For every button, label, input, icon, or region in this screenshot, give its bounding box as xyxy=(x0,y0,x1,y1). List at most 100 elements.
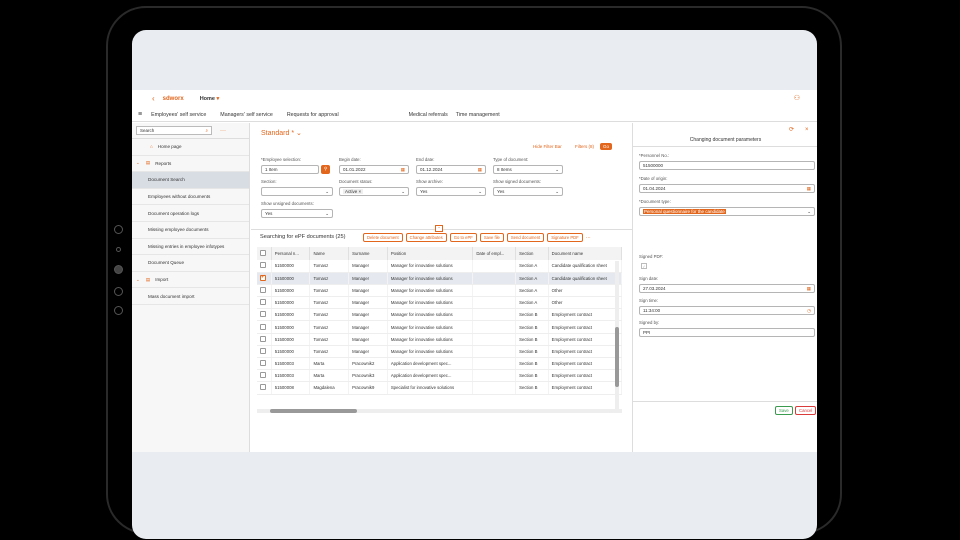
collapse-header-icon[interactable]: ⌃ xyxy=(435,225,443,232)
sign-time-field[interactable]: 11:34:00 ◷ xyxy=(639,306,815,315)
row-checkbox[interactable] xyxy=(260,372,266,379)
row-select-cell xyxy=(257,369,272,383)
nav-item[interactable]: Medical referrals xyxy=(409,112,448,118)
logo: sdworx xyxy=(162,96,184,102)
sidebar-search-input[interactable]: Search ⌕ xyxy=(136,126,212,135)
table-cell: Tomasz xyxy=(309,308,350,322)
nav-item[interactable]: Requests for approval xyxy=(287,112,339,118)
table-row[interactable]: 51500000TomaszManagerManager for innovat… xyxy=(257,260,622,273)
user-icon[interactable]: ⚇ xyxy=(794,95,800,102)
table-row[interactable]: 51500003 Marta Pracownik2 Application devel… xyxy=(257,357,622,371)
table-row[interactable]: 51500000TomaszManagerManager for innovat… xyxy=(257,333,622,346)
calendar-icon[interactable]: ▦ xyxy=(401,167,405,173)
column-header[interactable]: Name xyxy=(309,247,350,260)
sign-date-field[interactable]: 27.03.2024 ▦ xyxy=(639,284,815,293)
horizontal-scrollbar[interactable] xyxy=(257,409,622,413)
show-unsigned-select[interactable]: Yes ⌄ xyxy=(261,209,333,218)
row-checkbox[interactable] xyxy=(260,384,266,391)
sidebar-item[interactable]: ⌄ ▤ Import xyxy=(132,272,249,289)
chevron-down-icon[interactable]: ⌄ xyxy=(136,277,140,283)
home-menu[interactable]: Home ▾ xyxy=(200,96,220,102)
row-checkbox[interactable] xyxy=(260,274,266,281)
nav-item[interactable]: Time management xyxy=(456,112,500,118)
table-row[interactable]: 51500000TomaszManagerManager for innovat… xyxy=(257,284,622,298)
column-header[interactable]: Personal n... xyxy=(271,247,311,260)
end-date-field[interactable]: 01.12.2024 ▦ xyxy=(416,165,486,174)
row-checkbox[interactable] xyxy=(260,286,266,293)
begin-date-field[interactable]: 01.01.2022 ▦ xyxy=(339,165,409,174)
document-status-select[interactable]: Active × ⌄ xyxy=(339,187,409,196)
personnel-no-field[interactable]: 51500000 xyxy=(639,161,815,170)
toolbar-button[interactable]: Signature PDF xyxy=(547,233,583,242)
signed-pdf-checkbox[interactable]: ✓ xyxy=(641,263,647,269)
show-archive-select[interactable]: Yes ⌄ xyxy=(416,187,486,196)
table-row[interactable]: 51500000TomaszManagerManager for innovat… xyxy=(257,320,622,334)
row-checkbox[interactable] xyxy=(260,299,266,306)
doc-type-select[interactable]: 8 Items ⌄ xyxy=(493,165,563,174)
table-row[interactable]: 51500000TomaszManagerManager for innovat… xyxy=(257,308,622,322)
sidebar-item[interactable]: Missing employee documents xyxy=(132,222,249,239)
row-checkbox[interactable] xyxy=(260,311,266,318)
sidebar-item[interactable]: Mass document import xyxy=(132,288,249,305)
sidebar-item[interactable]: Document Search xyxy=(132,172,249,189)
value-help-icon[interactable]: ⚲ xyxy=(321,165,331,174)
more-icon[interactable]: ··· xyxy=(586,235,591,241)
table-row[interactable]: 51500003 Marta Pracownik3 Application devel… xyxy=(257,369,622,383)
row-checkbox[interactable] xyxy=(260,360,266,367)
home-button-icon[interactable] xyxy=(114,265,123,274)
sidebar-item[interactable]: Document Queue xyxy=(132,255,249,272)
column-header[interactable]: Section xyxy=(515,247,549,260)
sidebar-item[interactable]: ⌄ ▤ Reports xyxy=(132,156,249,173)
calendar-icon[interactable]: ▦ xyxy=(478,167,482,173)
go-button[interactable]: Go xyxy=(600,143,613,150)
employee-selection-field[interactable]: 1 Item xyxy=(261,165,319,174)
filters-link[interactable]: Filters (8) xyxy=(575,144,594,149)
show-signed-select[interactable]: Yes ⌄ xyxy=(493,187,563,196)
vertical-scrollbar[interactable] xyxy=(615,261,619,411)
row-checkbox[interactable] xyxy=(260,323,266,330)
chevron-down-icon: ⌄ xyxy=(325,188,329,194)
calendar-icon[interactable]: ▦ xyxy=(807,186,811,192)
table-row[interactable]: 51500008 Magdalena Pracownik9 Specialist fo… xyxy=(257,381,622,395)
table-row[interactable]: 51500000TomaszManagerManager for innovat… xyxy=(257,272,622,285)
sidebar-item[interactable]: Document operation logs xyxy=(132,205,249,222)
column-header[interactable]: Surname xyxy=(348,247,388,260)
column-header[interactable]: Position xyxy=(387,247,474,260)
table-row[interactable]: 51500000TomaszManagerManager for innovat… xyxy=(257,345,622,359)
sidebar-item[interactable]: Employees without documents xyxy=(132,189,249,206)
toolbar-button[interactable]: Change attributes xyxy=(405,233,447,242)
refresh-icon[interactable]: ⟳ xyxy=(789,127,794,133)
select-all-checkbox[interactable] xyxy=(260,250,266,256)
doc-type-field[interactable]: Personal questionnaire for the candidate… xyxy=(639,207,815,216)
close-icon[interactable]: × xyxy=(805,127,809,133)
variant-selector[interactable]: Standard * ⌄ xyxy=(261,129,302,137)
column-header[interactable]: Document name xyxy=(548,247,622,260)
row-checkbox[interactable] xyxy=(260,335,266,342)
sidebar-item[interactable]: Missing entries in employee infotypes xyxy=(132,239,249,256)
table-row[interactable]: 51500000TomaszManagerManager for innovat… xyxy=(257,296,622,310)
nav-item[interactable]: Employees' self service xyxy=(151,112,206,118)
sidebar-item[interactable]: ⌂ Home page xyxy=(132,139,249,156)
table-cell: Manager for innovative solutions xyxy=(387,333,474,346)
toolbar-button[interactable]: Go to ePF xyxy=(449,233,477,242)
clock-icon[interactable]: ◷ xyxy=(807,308,811,314)
toolbar-button[interactable]: Save file xyxy=(479,233,504,242)
nav-item[interactable]: Managers' self service xyxy=(220,112,273,118)
more-icon[interactable]: ··· xyxy=(220,128,226,134)
hide-filter-bar-link[interactable]: Hide Filter Bar xyxy=(533,144,562,149)
calendar-icon[interactable]: ▦ xyxy=(807,286,811,292)
back-icon[interactable]: ‹ xyxy=(152,95,155,103)
menu-icon[interactable]: ≡ xyxy=(138,111,142,118)
signed-by-field[interactable]: PPI xyxy=(639,328,815,337)
section-select[interactable]: ⌄ xyxy=(261,187,333,196)
toolbar-button[interactable]: Send document xyxy=(506,233,545,242)
date-origin-field[interactable]: 01.04.2024 ▦ xyxy=(639,184,815,193)
chevron-down-icon[interactable]: ⌄ xyxy=(136,160,140,166)
row-checkbox[interactable] xyxy=(260,262,266,269)
cancel-button[interactable]: Cancel xyxy=(795,406,817,415)
column-header[interactable]: Date of empl... xyxy=(472,247,517,260)
save-button[interactable]: Save xyxy=(775,406,793,415)
toolbar-button[interactable]: Delete document xyxy=(363,233,403,242)
end-date-label: End date: xyxy=(416,157,435,162)
row-checkbox[interactable] xyxy=(260,347,266,354)
